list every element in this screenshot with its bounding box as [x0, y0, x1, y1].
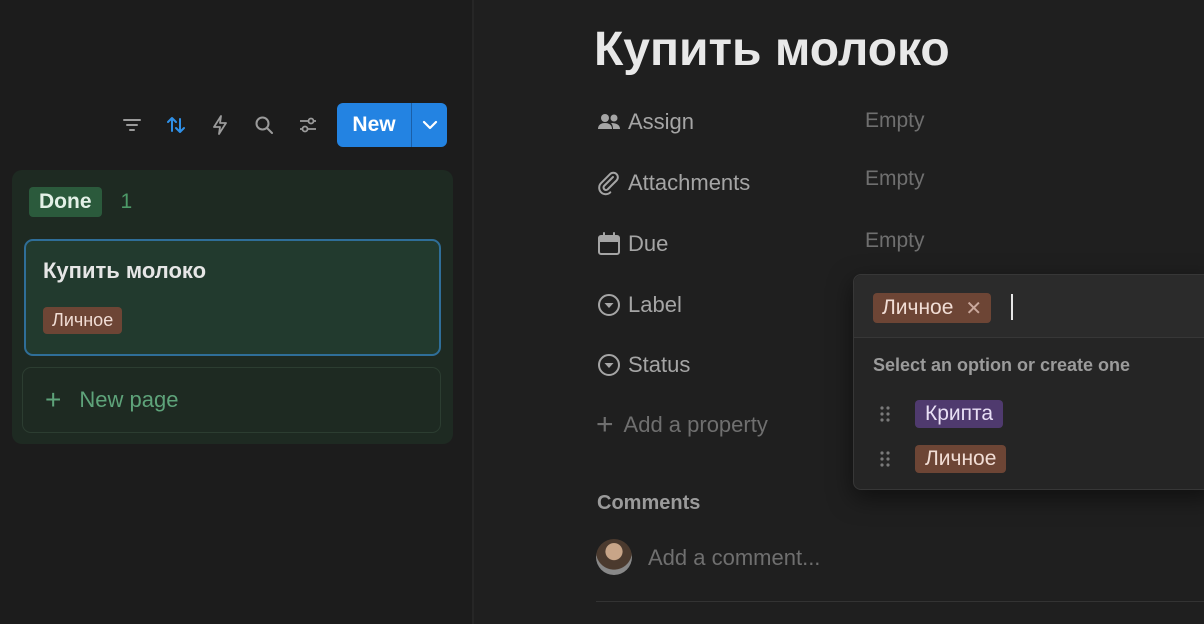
divider-line	[596, 601, 1204, 602]
page-title[interactable]: Купить молоко	[594, 22, 950, 77]
people-icon	[598, 114, 620, 129]
pane-divider[interactable]	[472, 0, 474, 624]
property-status[interactable]: Status	[596, 350, 690, 380]
paperclip-icon	[598, 171, 619, 196]
select-icon	[598, 294, 620, 316]
sort-icon[interactable]	[154, 103, 198, 147]
new-dropdown-button[interactable]	[412, 103, 447, 147]
plus-icon: +	[596, 408, 614, 441]
group-header: Done 1	[29, 187, 132, 217]
filter-icon[interactable]	[110, 103, 154, 147]
select-input[interactable]: Личное ✕	[854, 275, 1204, 338]
new-button[interactable]: New	[337, 103, 411, 147]
search-icon[interactable]	[242, 103, 286, 147]
calendar-icon	[598, 232, 620, 255]
avatar	[596, 539, 632, 575]
property-attachments[interactable]: Attachments	[596, 168, 750, 198]
new-button-group: New	[337, 103, 447, 147]
remove-option-icon[interactable]: ✕	[965, 296, 982, 321]
selected-option-label: Личное	[882, 296, 954, 319]
comment-input[interactable]: Add a comment...	[648, 545, 820, 571]
option-item[interactable]: Крипта	[878, 398, 1004, 430]
property-label: Attachments	[628, 170, 751, 195]
drag-handle-icon[interactable]	[878, 404, 892, 424]
property-due[interactable]: Due	[596, 229, 668, 259]
lightning-icon[interactable]	[198, 103, 242, 147]
group-status-badge[interactable]: Done	[29, 187, 102, 217]
text-caret	[1011, 294, 1013, 320]
selected-option-chip: Личное ✕	[873, 293, 992, 323]
card-title: Купить молоко	[43, 258, 207, 283]
option-tag: Личное	[915, 445, 1007, 473]
property-label: Label	[628, 292, 682, 317]
board-toolbar	[110, 103, 330, 147]
plus-icon: +	[45, 384, 62, 415]
dropdown-hint: Select an option or create one	[873, 355, 1131, 375]
option-tag: Крипта	[915, 400, 1004, 428]
card-tag: Личное	[43, 307, 123, 334]
property-value-due[interactable]: Empty	[865, 229, 925, 253]
new-page-label: New page	[79, 387, 179, 412]
label-select-dropdown: Личное ✕ Select an option or create one …	[853, 274, 1204, 490]
settings-sliders-icon[interactable]	[286, 103, 330, 147]
chevron-down-icon	[422, 120, 437, 130]
drag-handle-icon[interactable]	[878, 449, 892, 469]
property-value-assign[interactable]: Empty	[865, 109, 925, 133]
property-label: Status	[628, 352, 691, 377]
select-icon	[598, 354, 620, 376]
comments-heading: Comments	[597, 492, 701, 514]
add-property-label: Add a property	[623, 412, 768, 437]
board-card[interactable]: Купить молоко Личное	[24, 239, 441, 356]
property-label-field[interactable]: Label	[596, 290, 682, 320]
property-label: Assign	[628, 109, 695, 134]
add-property-button[interactable]: + Add a property	[596, 410, 768, 440]
property-value-attachments[interactable]: Empty	[865, 167, 925, 191]
group-count: 1	[120, 190, 133, 213]
board-pane: New Done 1 Купить молоко Личное + New pa…	[0, 0, 472, 624]
board-group-done: Done 1 Купить молоко Личное + New page	[12, 170, 453, 444]
new-page-button[interactable]: + New page	[22, 367, 441, 433]
property-assign[interactable]: Assign	[596, 107, 694, 137]
property-label: Due	[628, 231, 669, 256]
option-item[interactable]: Личное	[878, 443, 1007, 475]
